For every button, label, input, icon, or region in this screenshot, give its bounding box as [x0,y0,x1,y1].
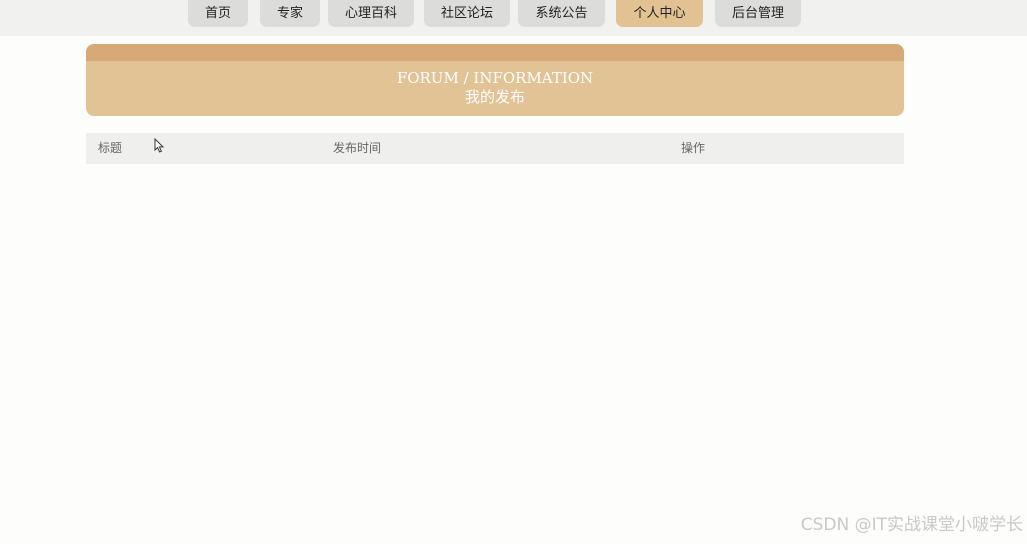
top-nav-bar: 首页 专家 心理百科 社区论坛 系统公告 个人中心 后台管理 [0,0,1027,36]
watermark: CSDN @IT实战课堂小啵学长 [800,515,1023,535]
page-banner: FORUM / INFORMATION 我的发布 [86,44,904,116]
column-header-publish-time: 发布时间 [333,141,382,155]
banner-english-title: FORUM / INFORMATION [396,69,594,87]
nav-item-psychology-wiki[interactable]: 心理百科 [328,0,414,27]
nav-item-personal-center[interactable]: 个人中心 [616,0,703,27]
page-title: 我的发布 [464,88,525,106]
nav-item-experts[interactable]: 专家 [260,0,320,27]
mouse-pointer-icon [154,138,165,153]
nav-item-community-forum[interactable]: 社区论坛 [424,0,510,27]
nav-item-admin[interactable]: 后台管理 [715,0,801,27]
column-header-actions: 操作 [681,141,706,155]
nav-item-system-notice[interactable]: 系统公告 [518,0,605,27]
column-header-title: 标题 [98,141,123,155]
banner-top-strip [86,44,904,61]
table-header-row: 标题 发布时间 操作 [86,133,904,164]
nav-item-home[interactable]: 首页 [188,0,248,27]
